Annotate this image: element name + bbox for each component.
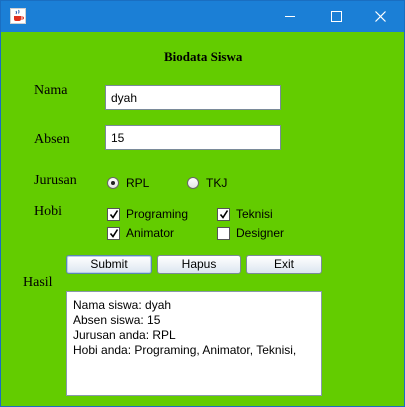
radio-selected-icon (107, 177, 119, 189)
checkbox-teknisi-label: Teknisi (236, 207, 273, 221)
close-icon[interactable] (358, 1, 404, 32)
hasil-line-nama: Nama siswa: dyah (73, 298, 172, 312)
exit-button[interactable]: Exit (246, 255, 322, 274)
hasil-line-absen: Absen siswa: 15 (73, 313, 161, 327)
checkbox-unchecked-icon (217, 227, 230, 240)
absen-field[interactable] (105, 125, 281, 150)
checkbox-checked-icon (107, 208, 120, 221)
minimize-icon[interactable] (267, 1, 313, 32)
checkbox-animator-label: Animator (126, 226, 175, 240)
java-cup-icon (10, 8, 26, 24)
hasil-line-hobi: Hobi anda: Programing, Animator, Teknisi… (73, 343, 297, 357)
jurusan-label: Jurusan (34, 173, 77, 188)
title-bar[interactable] (1, 1, 404, 32)
nama-field[interactable] (105, 85, 281, 110)
checkbox-checked-icon (107, 227, 120, 240)
hasil-textarea[interactable]: Nama siswa: dyah Absen siswa: 15 Jurusan… (66, 291, 322, 396)
hasil-line-jurusan: Jurusan anda: RPL (73, 328, 176, 342)
hapus-button[interactable]: Hapus (157, 255, 241, 274)
radio-tkj-label: TKJ (206, 176, 228, 190)
radio-unselected-icon (187, 177, 199, 189)
page-title: Biodata Siswa (164, 49, 243, 64)
absen-label: Absen (34, 132, 70, 147)
maximize-icon[interactable] (313, 1, 359, 32)
radio-rpl-label: RPL (126, 176, 150, 190)
hasil-label: Hasil (23, 275, 53, 290)
submit-button[interactable]: Submit (66, 255, 152, 274)
hobi-label: Hobi (34, 204, 62, 219)
nama-label: Nama (34, 83, 68, 98)
checkbox-designer-label: Designer (236, 226, 285, 240)
checkbox-checked-icon (217, 208, 230, 221)
app-window: Biodata Siswa Nama Absen Jurusan RPL TKJ… (0, 0, 405, 407)
checkbox-programing-label: Programing (126, 207, 189, 221)
